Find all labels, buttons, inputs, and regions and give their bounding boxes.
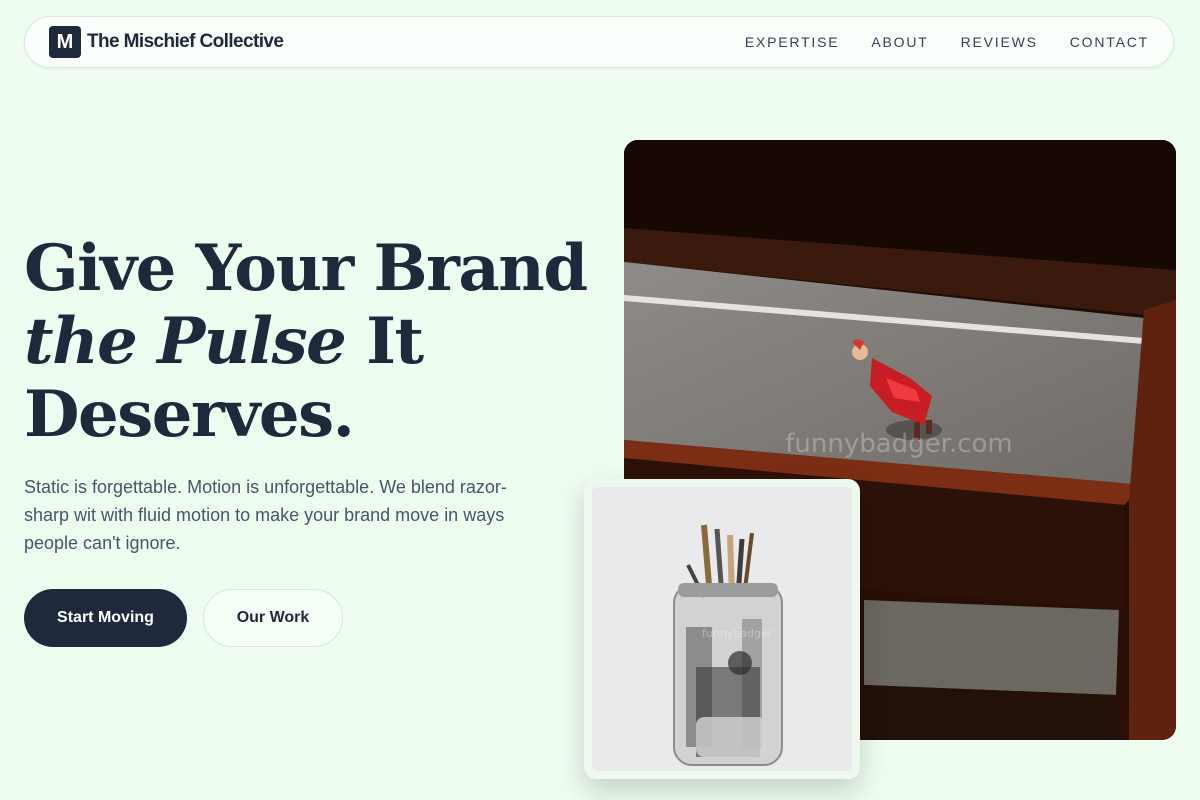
our-work-button[interactable]: Our Work [203,589,343,647]
headline-line-2: the Pulse It [24,305,587,378]
card-image-watermark: funnybadger [702,627,773,640]
glass-jar [673,583,783,766]
brand-name: The Mischief Collective [87,31,284,52]
headline-line-1: Give Your Brand [24,231,588,306]
nav-links: EXPERTISE ABOUT REVIEWS CONTACT [745,34,1149,50]
secondary-image-card: funnybadger [584,479,860,779]
hero-subtitle: Static is forgettable. Motion is unforge… [24,477,507,553]
logo-mark: M [49,26,81,58]
headline-line-3: Deserves. [24,377,355,452]
secondary-image: funnybadger [592,487,852,771]
main-image-watermark: funnybadger.com [785,429,1013,459]
nav-link-about[interactable]: ABOUT [871,34,928,50]
nav-link-contact[interactable]: CONTACT [1070,34,1149,50]
headline-line-2-rest: It [345,304,424,379]
nav-link-reviews[interactable]: REVIEWS [961,34,1038,50]
nav-link-expertise[interactable]: EXPERTISE [745,34,840,50]
brand-logo[interactable]: M The Mischief Collective [49,26,284,58]
hero-headline: Give Your Brand the Pulse It Deserves. [24,231,588,452]
jar-illustration: funnybadger [592,487,852,771]
top-nav-bar: M The Mischief Collective EXPERTISE ABOU… [24,16,1174,68]
headline-italic: the Pulse [24,304,347,379]
start-moving-button[interactable]: Start Moving [24,589,187,647]
